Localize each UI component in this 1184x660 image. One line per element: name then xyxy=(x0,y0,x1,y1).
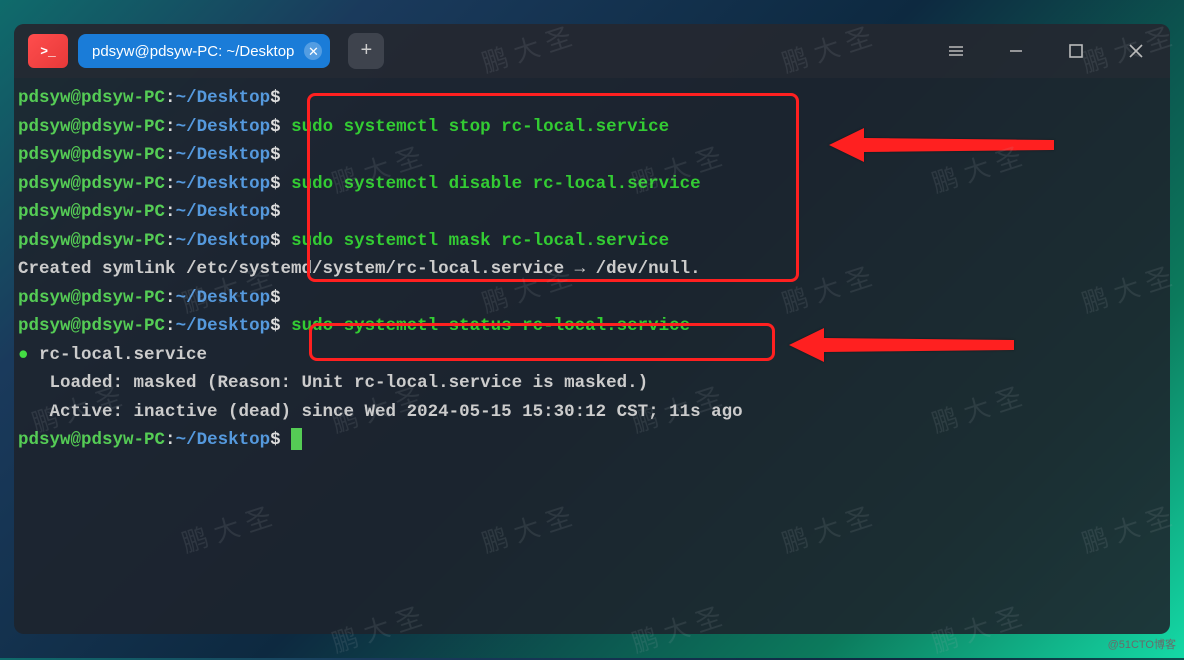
prompt-line: pdsyw@pdsyw-PC:~/Desktop$ xyxy=(18,84,1166,113)
output-line: ● rc-local.service xyxy=(18,341,1166,370)
menu-icon[interactable] xyxy=(946,41,966,61)
maximize-icon[interactable] xyxy=(1066,41,1086,61)
output-line: Active: inactive (dead) since Wed 2024-0… xyxy=(18,398,1166,427)
prompt-line: pdsyw@pdsyw-PC:~/Desktop$ xyxy=(18,426,1166,455)
prompt-line: pdsyw@pdsyw-PC:~/Desktop$ xyxy=(18,284,1166,313)
output-line: Loaded: masked (Reason: Unit rc-local.se… xyxy=(18,369,1166,398)
window-close-icon[interactable] xyxy=(1126,41,1146,61)
tab-active[interactable]: pdsyw@pdsyw-PC: ~/Desktop ✕ xyxy=(78,34,330,68)
terminal-window: >_ pdsyw@pdsyw-PC: ~/Desktop ✕ + pdsyw@p… xyxy=(14,24,1170,634)
terminal-app-icon[interactable]: >_ xyxy=(28,34,68,68)
prompt-line: pdsyw@pdsyw-PC:~/Desktop$ sudo systemctl… xyxy=(18,113,1166,142)
prompt-line: pdsyw@pdsyw-PC:~/Desktop$ sudo systemctl… xyxy=(18,170,1166,199)
close-icon[interactable]: ✕ xyxy=(304,42,322,60)
output-line: Created symlink /etc/systemd/system/rc-l… xyxy=(18,255,1166,284)
prompt-line: pdsyw@pdsyw-PC:~/Desktop$ xyxy=(18,198,1166,227)
tab-title: pdsyw@pdsyw-PC: ~/Desktop xyxy=(92,43,294,60)
credit-text: @51CTO博客 xyxy=(1108,636,1176,652)
new-tab-button[interactable]: + xyxy=(348,33,384,69)
window-controls xyxy=(946,41,1146,61)
minimize-icon[interactable] xyxy=(1006,41,1026,61)
titlebar: >_ pdsyw@pdsyw-PC: ~/Desktop ✕ + xyxy=(14,24,1170,78)
prompt-line: pdsyw@pdsyw-PC:~/Desktop$ sudo systemctl… xyxy=(18,312,1166,341)
prompt-line: pdsyw@pdsyw-PC:~/Desktop$ xyxy=(18,141,1166,170)
cursor xyxy=(291,428,302,450)
terminal-output-area[interactable]: pdsyw@pdsyw-PC:~/Desktop$ pdsyw@pdsyw-PC… xyxy=(14,78,1170,461)
prompt-line: pdsyw@pdsyw-PC:~/Desktop$ sudo systemctl… xyxy=(18,227,1166,256)
